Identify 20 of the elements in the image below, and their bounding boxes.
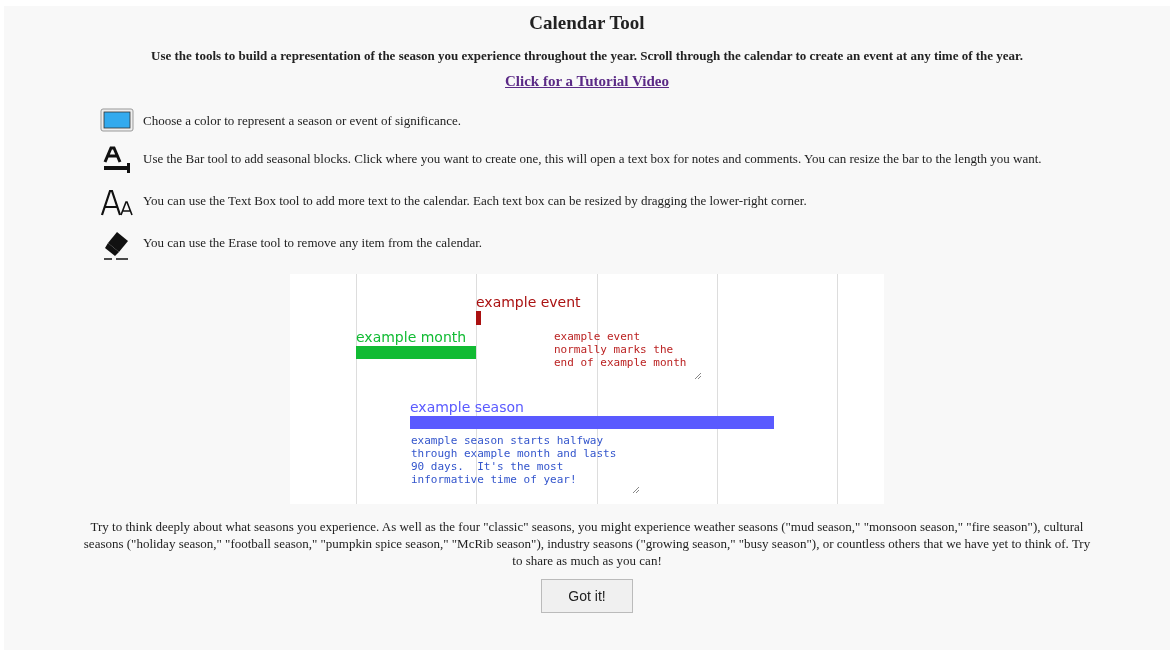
note-text[interactable]: example event normally marks the end of example month <box>554 330 687 369</box>
tool-description: Choose a color to represent a season or event of significance. <box>143 112 462 129</box>
tool-description: You can use the Erase tool to remove any item from the calendar. <box>143 234 483 251</box>
color-swatch-icon[interactable] <box>100 108 134 132</box>
page-title: Calendar Tool <box>528 11 646 34</box>
text-size-icon[interactable] <box>100 188 134 216</box>
bar-label: example season <box>410 399 524 415</box>
resize-grip-icon[interactable] <box>694 372 701 379</box>
event-marker[interactable] <box>476 311 481 325</box>
resize-grip-icon[interactable] <box>632 486 639 493</box>
note-text[interactable]: example season starts halfway through example month and lasts 90 days. It's the most informative time of year! <box>411 434 617 486</box>
intro-text: Use the tools to build a representation of the season you experience throughout the year. Scroll through the calendar to create an event at any time of the year. <box>150 48 1024 64</box>
tool-description: You can use the Text Box tool to add more text to the calendar. Each text box can be resized by dragging the lower-right corner. <box>143 192 807 209</box>
tutorial-link[interactable]: Click for a Tutorial Video <box>505 73 669 90</box>
got-it-button[interactable]: Got it! <box>541 579 633 613</box>
bar-label: example month <box>356 329 467 345</box>
tool-description: Use the Bar tool to add seasonal blocks. Click where you want to create one, this will open a text box for notes and comments. You can resize the bar to the length you want. <box>143 150 1042 167</box>
event-label: example event <box>476 294 581 310</box>
bar-tool-icon[interactable] <box>102 146 132 174</box>
footer-text: Try to think deeply about what seasons you experience. As well as the four "classic" seasons, you might experience weather seasons ("mud season," "monsoon season," "fire season"), cultural seasons ("holiday season," "football season," "pumpkin spice season," "McRib season"), industry seasons ("growing season," "busy season"), or countless others that we have yet to think of. Try to share as much as you can! <box>82 518 1092 569</box>
